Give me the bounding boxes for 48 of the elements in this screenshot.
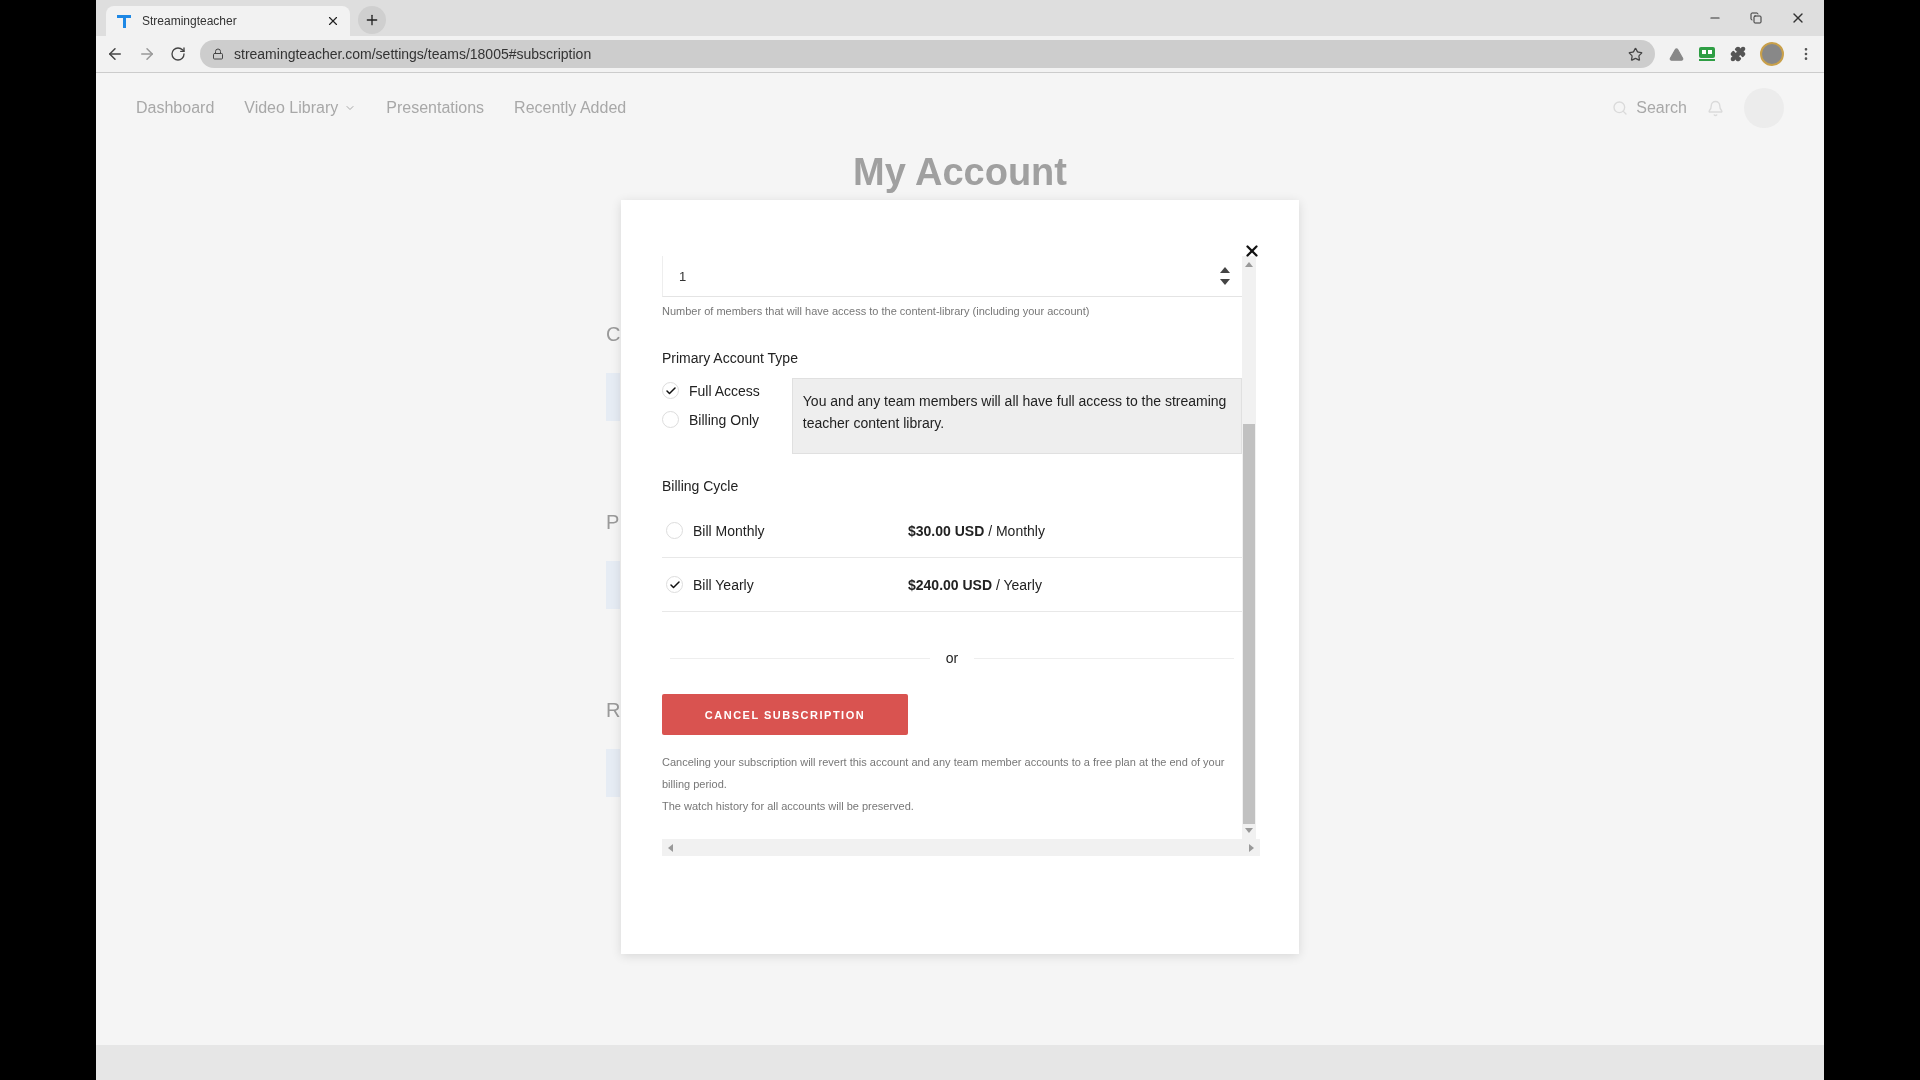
section-card xyxy=(606,749,620,797)
address-bar[interactable]: streamingteacher.com/settings/teams/18005#subscription xyxy=(200,40,1655,68)
section-heading: C xyxy=(606,323,621,347)
spinner-icon[interactable] xyxy=(1220,267,1230,285)
cancel-subscription-button[interactable]: CANCEL SUBSCRIPTION xyxy=(662,694,908,735)
new-tab-button[interactable] xyxy=(358,6,386,34)
star-icon[interactable] xyxy=(1628,46,1643,62)
info-box: You and any team members will all have full access to the streaming teacher content library. xyxy=(791,378,1242,454)
radio-option[interactable]: Bill Monthly xyxy=(666,522,908,539)
section-heading: Billing Cycle xyxy=(662,478,740,494)
reload-icon[interactable] xyxy=(170,46,186,62)
browser-tab[interactable]: Streamingteacher xyxy=(106,6,350,36)
radio-option[interactable]: Bill Yearly xyxy=(666,576,908,593)
tab-title: Streamingteacher xyxy=(142,14,238,28)
scroll-right-icon[interactable] xyxy=(1249,843,1254,852)
profile-avatar[interactable] xyxy=(1760,42,1784,66)
extension-icon[interactable] xyxy=(1698,46,1716,62)
plus-icon xyxy=(364,12,380,28)
note-text: The watch history for all accounts will be preserved. xyxy=(662,799,915,814)
check-icon xyxy=(668,578,681,591)
forward-icon[interactable] xyxy=(138,45,156,63)
section-card xyxy=(606,373,620,421)
restore-icon[interactable] xyxy=(1750,12,1762,24)
members-input[interactable]: 1 xyxy=(662,256,1242,297)
close-icon[interactable] xyxy=(326,14,340,28)
price-text: $30.00 USD / Monthly xyxy=(908,522,1045,539)
price-text: $240.00 USD / Yearly xyxy=(908,576,1042,593)
logo-icon xyxy=(116,13,132,29)
back-icon[interactable] xyxy=(106,45,124,63)
section-card xyxy=(606,561,620,609)
separator-text: or xyxy=(945,650,959,666)
check-icon xyxy=(664,384,677,397)
lock-icon xyxy=(212,48,224,60)
section-heading: Primary Account Type xyxy=(662,350,799,366)
drive-icon[interactable] xyxy=(1669,46,1684,62)
radio-option[interactable]: Full Access xyxy=(662,382,760,399)
radio-option[interactable]: Billing Only xyxy=(662,411,760,428)
section-heading: P xyxy=(606,511,621,535)
page-title: My Account xyxy=(852,151,1068,194)
note-text: Canceling your subscription will revert this account and any team member accounts to a free plan at the end of your billing period. xyxy=(662,755,1226,792)
scroll-down-icon[interactable] xyxy=(1245,828,1253,833)
extensions-icon[interactable] xyxy=(1730,46,1746,62)
scroll-left-icon[interactable] xyxy=(668,843,673,852)
section-heading: R xyxy=(606,699,621,723)
scroll-up-icon[interactable] xyxy=(1245,262,1253,267)
close-button[interactable] xyxy=(1243,242,1261,260)
url-text: streamingteacher.com/settings/teams/18005#subscription xyxy=(234,46,593,62)
help-text: Number of members that will have access to the content-library (including your account) xyxy=(662,305,1091,317)
